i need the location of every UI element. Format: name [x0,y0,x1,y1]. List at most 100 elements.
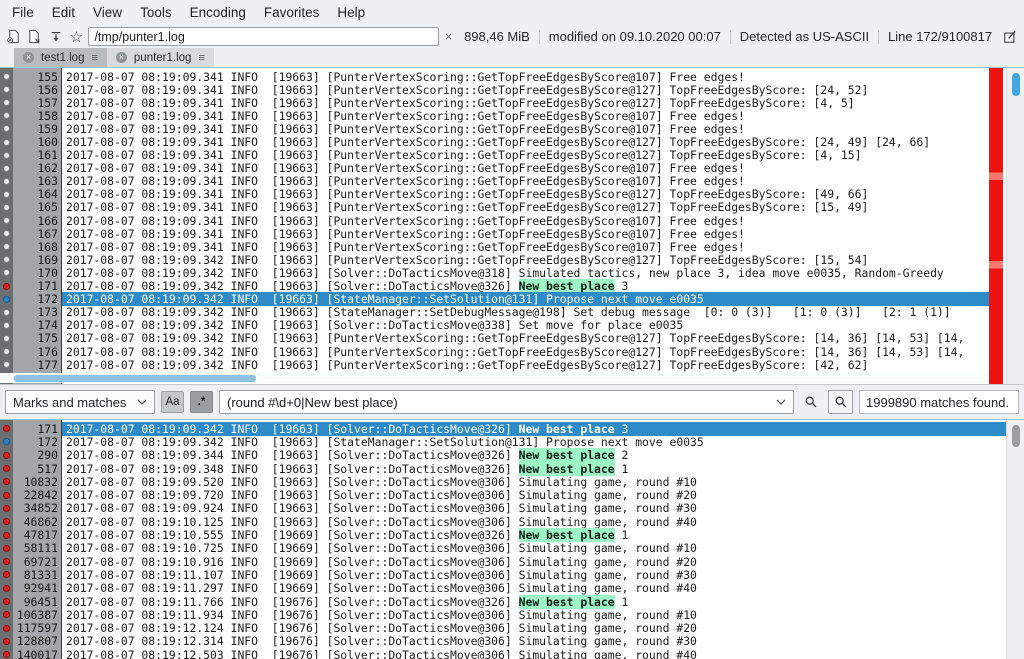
log-line[interactable]: 1642017-08-07 08:19:09.341 INFO [19663] … [0,188,989,201]
mark-cell[interactable] [0,452,13,459]
mark-cell[interactable] [0,230,13,237]
mark-cell[interactable] [0,638,13,645]
search-options-button[interactable] [828,390,853,414]
mark-cell[interactable] [0,348,13,355]
log-line[interactable]: 1632017-08-07 08:19:09.341 INFO [19663] … [0,175,989,188]
scrollbar-thumb[interactable] [14,375,256,382]
scrollbar-thumb[interactable] [1012,425,1020,447]
menu-help[interactable]: Help [328,5,374,20]
tab-menu-icon[interactable]: ≡ [198,52,204,64]
log-line[interactable]: 108322017-08-07 08:19:09.520 INFO [19663… [0,475,1006,488]
menu-encoding[interactable]: Encoding [181,5,255,20]
log-line[interactable]: 348522017-08-07 08:19:09.924 INFO [19663… [0,502,1006,515]
log-line[interactable]: 1175972017-08-07 08:19:12.124 INFO [1967… [0,621,1006,634]
log-line[interactable]: 478172017-08-07 08:19:10.555 INFO [19669… [0,528,1006,541]
log-line[interactable]: 1712017-08-07 08:19:09.342 INFO [19663] … [0,280,989,293]
search-mode-dropdown[interactable]: Marks and matches [5,390,155,414]
mark-cell[interactable] [0,492,13,499]
log-line[interactable]: 1582017-08-07 08:19:09.341 INFO [19663] … [0,109,989,122]
mark-cell[interactable] [0,112,13,119]
mark-cell[interactable] [0,335,13,342]
file-path-field[interactable]: /tmp/punter1.log [88,27,438,46]
case-sensitive-toggle[interactable]: Aa [161,391,184,413]
mark-cell[interactable] [0,558,13,565]
log-line[interactable]: 1702017-08-07 08:19:09.342 INFO [19663] … [0,266,989,279]
search-button[interactable] [800,391,822,413]
mark-cell[interactable] [0,505,13,512]
mark-cell[interactable] [0,625,13,632]
mark-cell[interactable] [0,99,13,106]
menu-file[interactable]: File [3,5,43,20]
mark-cell[interactable] [0,269,13,276]
log-line[interactable]: 1288072017-08-07 08:19:12.314 INFO [1967… [0,635,1006,648]
menu-tools[interactable]: Tools [131,5,181,20]
log-line[interactable]: 1622017-08-07 08:19:09.341 INFO [19663] … [0,162,989,175]
log-line[interactable]: 1762017-08-07 08:19:09.342 INFO [19663] … [0,345,989,358]
mark-cell[interactable] [0,125,13,132]
search-pattern-input[interactable]: (round #\d+0|New best place) [219,390,794,414]
tab-test1-log[interactable]: × test1.log ≡ [14,48,107,67]
log-line[interactable]: 697212017-08-07 08:19:10.916 INFO [19669… [0,555,1006,568]
log-line[interactable]: 1672017-08-07 08:19:09.341 INFO [19663] … [0,227,989,240]
mark-cell[interactable] [0,322,13,329]
regex-toggle[interactable]: .* [190,391,213,413]
mark-cell[interactable] [0,518,13,525]
mark-cell[interactable] [0,478,13,485]
mark-cell[interactable] [0,571,13,578]
mark-cell[interactable] [0,73,13,80]
mark-cell[interactable] [0,598,13,605]
mark-cell[interactable] [0,191,13,198]
log-line[interactable]: 2902017-08-07 08:19:09.344 INFO [19663] … [0,449,1006,462]
log-line[interactable]: 468622017-08-07 08:19:10.125 INFO [19663… [0,515,1006,528]
mark-cell[interactable] [0,532,13,539]
main-horizontal-scrollbar[interactable] [0,373,989,383]
mark-cell[interactable] [0,296,13,303]
mark-cell[interactable] [0,152,13,159]
log-line[interactable]: 929412017-08-07 08:19:11.297 INFO [19669… [0,582,1006,595]
log-line[interactable]: 1722017-08-07 08:19:09.342 INFO [19663] … [0,293,989,306]
log-line[interactable]: 5172017-08-07 08:19:09.348 INFO [19663] … [0,462,1006,475]
menu-edit[interactable]: Edit [43,5,84,20]
menu-favorites[interactable]: Favorites [255,5,329,20]
log-line[interactable]: 581112017-08-07 08:19:10.725 INFO [19669… [0,542,1006,555]
menu-view[interactable]: View [84,5,131,20]
mark-cell[interactable] [0,425,13,432]
log-line[interactable]: 1400172017-08-07 08:19:12.503 INFO [1967… [0,648,1006,659]
reload-file-icon[interactable] [26,27,44,46]
log-line[interactable]: 228422017-08-07 08:19:09.720 INFO [19663… [0,488,1006,501]
mark-cell[interactable] [0,86,13,93]
scrollbar-thumb[interactable] [1012,73,1020,96]
log-line[interactable]: 1063872017-08-07 08:19:11.934 INFO [1967… [0,608,1006,621]
log-line[interactable]: 1592017-08-07 08:19:09.341 INFO [19663] … [0,122,989,135]
log-line[interactable]: 1662017-08-07 08:19:09.341 INFO [19663] … [0,214,989,227]
mark-cell[interactable] [0,651,13,658]
log-line[interactable]: 813312017-08-07 08:19:11.107 INFO [19669… [0,568,1006,581]
mark-cell[interactable] [0,545,13,552]
mark-cell[interactable] [0,256,13,263]
tab-close-icon[interactable]: × [116,52,127,63]
tab-menu-icon[interactable]: ≡ [91,52,97,64]
main-vertical-scrollbar[interactable] [1006,68,1024,384]
mark-cell[interactable] [0,178,13,185]
mark-cell[interactable] [0,165,13,172]
favorites-star-icon[interactable]: ☆ [68,27,86,46]
tab-close-icon[interactable]: × [23,52,34,63]
mark-cell[interactable] [0,283,13,290]
log-line[interactable]: 1732017-08-07 08:19:09.342 INFO [19663] … [0,306,989,319]
open-file-icon[interactable] [5,27,23,46]
mark-cell[interactable] [0,361,13,368]
tab-punter1-log[interactable]: × punter1.log ≡ [107,48,214,67]
log-line[interactable]: 1712017-08-07 08:19:09.342 INFO [19663] … [0,422,1006,435]
log-line[interactable]: 1652017-08-07 08:19:09.341 INFO [19663] … [0,201,989,214]
log-line[interactable]: 1612017-08-07 08:19:09.341 INFO [19663] … [0,149,989,162]
mark-cell[interactable] [0,585,13,592]
log-line[interactable]: 1722017-08-07 08:19:09.342 INFO [19663] … [0,435,1006,448]
mark-cell[interactable] [0,204,13,211]
log-line[interactable]: 1562017-08-07 08:19:09.341 INFO [19663] … [0,83,989,96]
log-line[interactable]: 1572017-08-07 08:19:09.341 INFO [19663] … [0,96,989,109]
log-line[interactable]: 964512017-08-07 08:19:11.766 INFO [19676… [0,595,1006,608]
mark-cell[interactable] [0,438,13,445]
mark-cell[interactable] [0,217,13,224]
follow-tail-icon[interactable] [47,27,65,46]
log-line[interactable]: 1692017-08-07 08:19:09.342 INFO [19663] … [0,253,989,266]
